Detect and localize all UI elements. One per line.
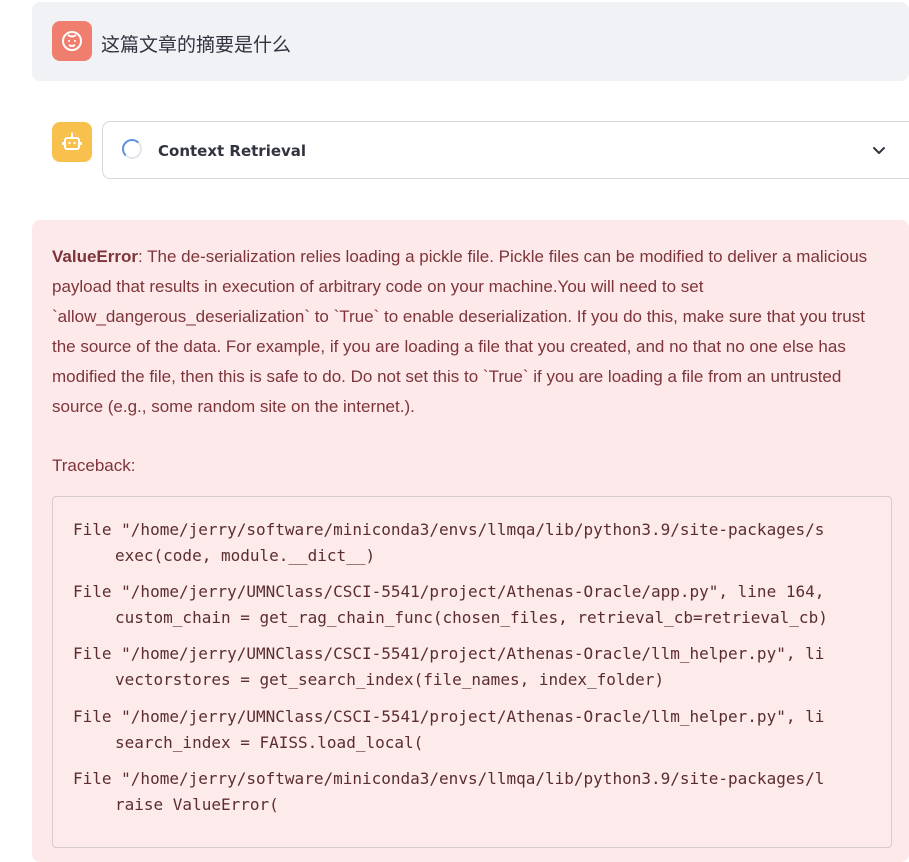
traceback-file: File "/home/jerry/UMNClass/CSCI-5541/pro… xyxy=(73,707,825,726)
status-expander[interactable]: Context Retrieval xyxy=(102,121,909,179)
traceback-entry: File "/home/jerry/UMNClass/CSCI-5541/pro… xyxy=(73,641,824,693)
error-box: ValueError: The de-serialization relies … xyxy=(32,220,909,862)
traceback-file: File "/home/jerry/software/miniconda3/en… xyxy=(73,520,825,539)
traceback-code: search_index = FAISS.load_local( xyxy=(115,733,424,752)
traceback-code: custom_chain = get_rag_chain_func(chosen… xyxy=(115,608,828,627)
traceback-entry: File "/home/jerry/software/miniconda3/en… xyxy=(73,517,824,569)
traceback-code: exec(code, module.__dict__) xyxy=(115,546,376,565)
traceback-entry: File "/home/jerry/software/miniconda3/en… xyxy=(73,766,824,818)
traceback-entry: File "/home/jerry/UMNClass/CSCI-5541/pro… xyxy=(73,704,824,756)
error-message: ValueError: The de-serialization relies … xyxy=(52,242,882,422)
chevron-down-icon[interactable] xyxy=(870,142,888,160)
traceback-code: vectorstores = get_search_index(file_nam… xyxy=(115,670,665,689)
user-message-text: 这篇文章的摘要是什么 xyxy=(101,34,292,56)
assistant-avatar-icon xyxy=(52,122,92,162)
traceback-block[interactable]: File "/home/jerry/software/miniconda3/en… xyxy=(52,496,892,848)
traceback-file: File "/home/jerry/software/miniconda3/en… xyxy=(73,769,825,788)
error-message-text: : The de-serialization relies loading a … xyxy=(52,247,868,416)
traceback-file: File "/home/jerry/UMNClass/CSCI-5541/pro… xyxy=(73,644,825,663)
traceback-label: Traceback: xyxy=(52,456,136,475)
error-type: ValueError xyxy=(52,247,138,266)
user-message: 这篇文章的摘要是什么 xyxy=(32,2,909,81)
loading-spinner-icon xyxy=(122,139,142,159)
user-avatar-icon xyxy=(52,21,92,61)
traceback-entry: File "/home/jerry/UMNClass/CSCI-5541/pro… xyxy=(73,579,828,631)
traceback-file: File "/home/jerry/UMNClass/CSCI-5541/pro… xyxy=(73,582,825,601)
traceback-code: raise ValueError( xyxy=(115,795,279,814)
status-label: Context Retrieval xyxy=(158,142,307,160)
